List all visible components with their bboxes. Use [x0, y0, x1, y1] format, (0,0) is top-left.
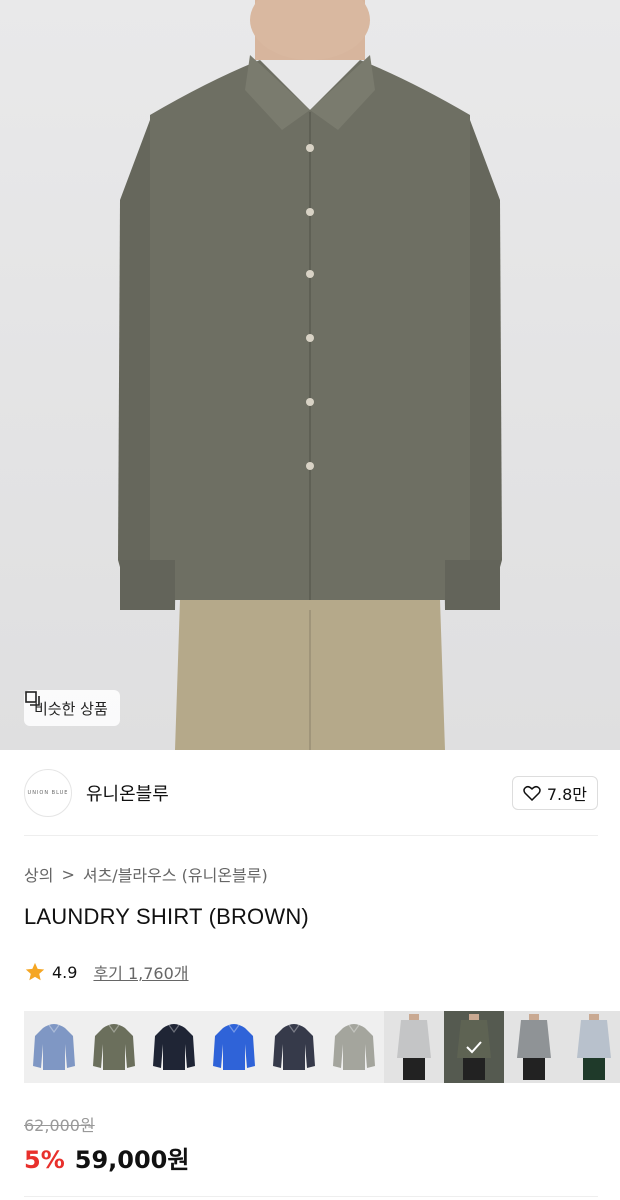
like-button[interactable]: 7.8만 [511, 776, 598, 810]
color-swatch-model-charcoal[interactable] [504, 1011, 564, 1083]
divider [24, 1196, 598, 1197]
rating-score: 4.9 [52, 962, 78, 982]
brand-logo-text: UNION BLUE [27, 790, 69, 796]
color-swatch-shirt-khaki[interactable] [84, 1011, 144, 1083]
reviews-link[interactable]: 후기 1,760개 [93, 960, 188, 984]
shirt-light-blue-icon [33, 1024, 75, 1070]
discount-rate: 5% [24, 1146, 65, 1174]
check-icon [466, 1041, 482, 1054]
color-swatch-model-light-blue[interactable] [564, 1011, 620, 1083]
color-swatch-shirt-charcoal[interactable] [264, 1011, 324, 1083]
heart-icon [523, 785, 541, 801]
color-swatch-shirt-navy[interactable] [144, 1011, 204, 1083]
brand-logo[interactable]: UNION BLUE [24, 769, 72, 817]
model-photo [118, 0, 502, 750]
brand-row: UNION BLUE 유니온블루 7.8만 [24, 768, 598, 818]
breadcrumb: 상의 > 셔츠/블라우스 (유니온블루) [24, 862, 268, 886]
similar-icon [25, 691, 40, 706]
color-options [24, 1011, 620, 1083]
original-price: 62,000원 [24, 1116, 95, 1135]
similar-products-button[interactable]: 비슷한 상품 [24, 690, 120, 726]
shirt-khaki-icon [93, 1024, 135, 1070]
star-icon [25, 962, 45, 981]
divider [24, 835, 598, 836]
final-price: 59,000원 [74, 1146, 190, 1174]
brand-name[interactable]: 유니온블루 [86, 780, 169, 806]
product-hero-image[interactable]: 비슷한 상품 [0, 0, 620, 750]
model-gray-icon [397, 1014, 431, 1080]
color-swatch-shirt-gray[interactable] [324, 1011, 384, 1083]
like-count: 7.8만 [546, 785, 587, 804]
breadcrumb-subcategory[interactable]: 셔츠/블라우스 (유니온블루) [83, 862, 268, 886]
price-row: 5% 59,000원 [24, 1140, 189, 1175]
rating-row: 4.9 후기 1,760개 [24, 960, 189, 984]
shirt-gray-icon [333, 1024, 375, 1070]
breadcrumb-separator: > [61, 864, 75, 884]
model-charcoal-icon [517, 1014, 551, 1080]
color-swatch-shirt-light-blue[interactable] [24, 1011, 84, 1083]
shirt-navy-icon [153, 1024, 195, 1070]
color-swatch-model-gray[interactable] [384, 1011, 444, 1083]
color-swatch-model-brown[interactable] [444, 1011, 504, 1083]
breadcrumb-category[interactable]: 상의 [24, 862, 53, 886]
shirt-blue-icon [213, 1024, 255, 1070]
similar-products-label: 비슷한 상품 [34, 699, 108, 718]
model-light-blue-icon [577, 1014, 611, 1080]
shirt-charcoal-icon [273, 1024, 315, 1070]
product-title: LAUNDRY SHIRT (BROWN) [24, 904, 309, 929]
color-swatch-shirt-blue[interactable] [204, 1011, 264, 1083]
